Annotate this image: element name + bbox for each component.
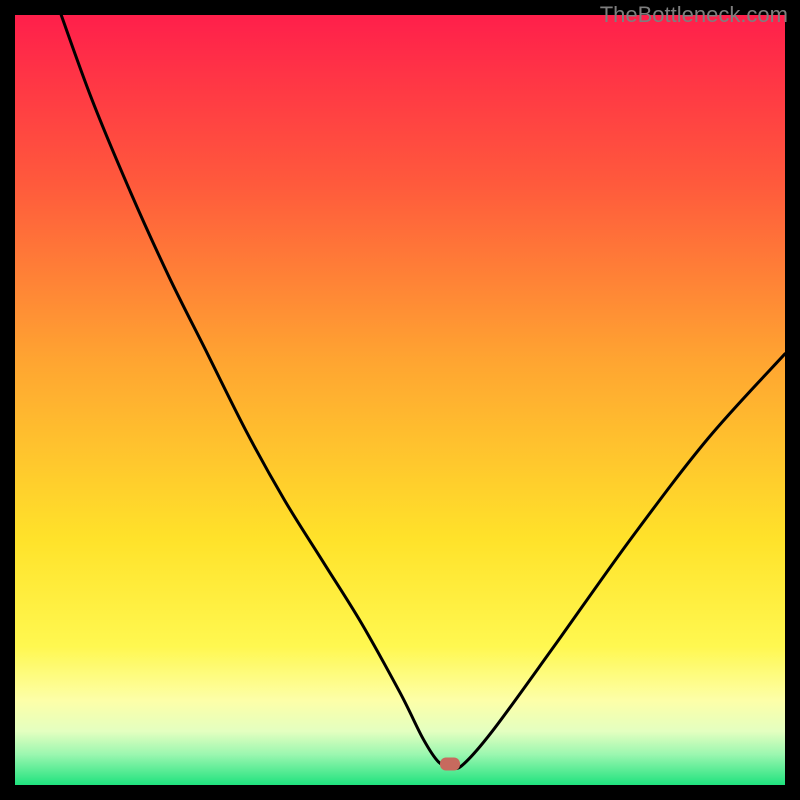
plot-area <box>15 15 785 785</box>
current-config-marker <box>440 758 460 771</box>
watermark-label: TheBottleneck.com <box>600 2 788 28</box>
chart-frame: TheBottleneck.com <box>0 0 800 800</box>
bottleneck-curve <box>15 15 785 785</box>
